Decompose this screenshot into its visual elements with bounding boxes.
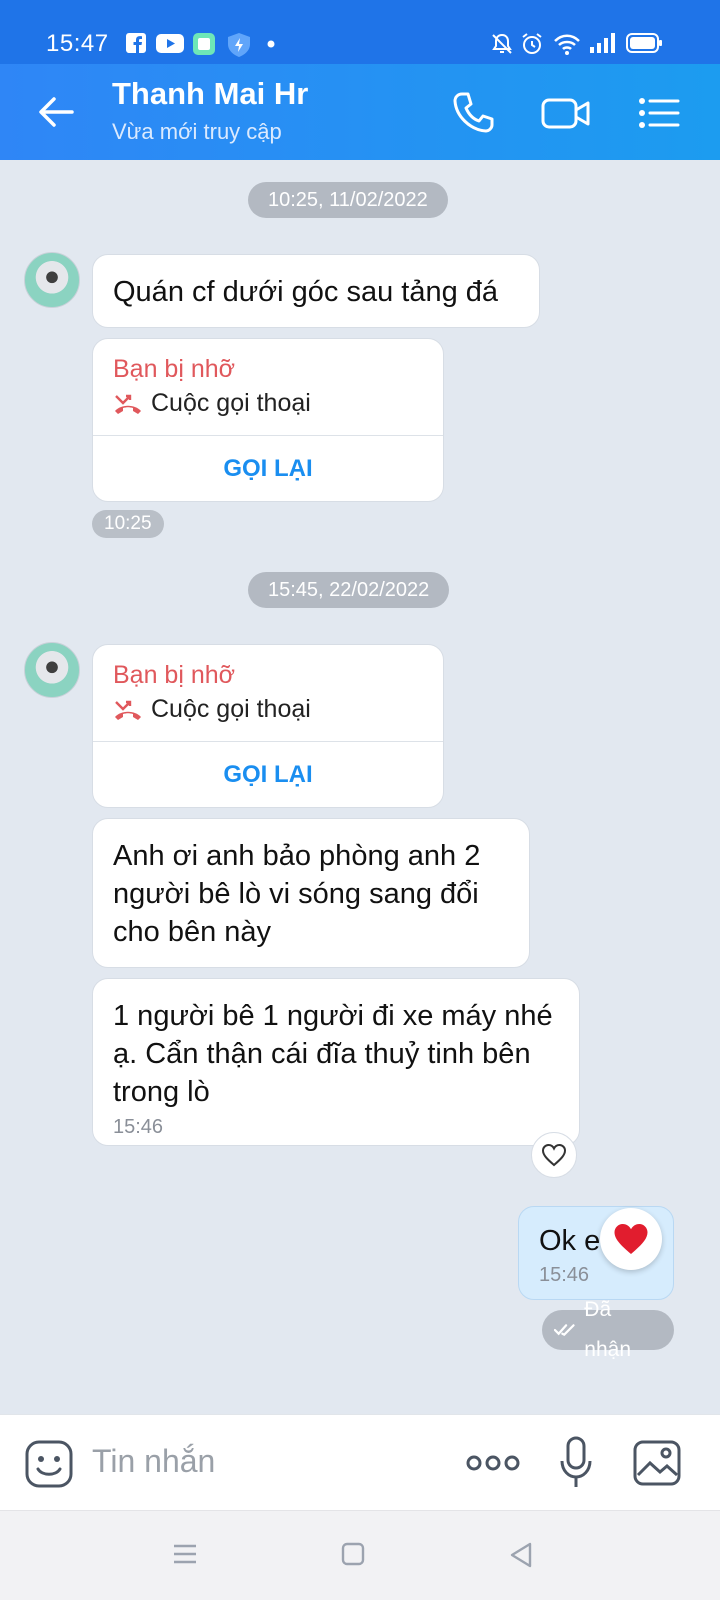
shield-icon — [228, 33, 250, 57]
heart-icon — [614, 1224, 648, 1254]
mute-icon — [492, 33, 512, 54]
status-bar: 15:47 — [0, 0, 720, 64]
message-text: 1 người bê 1 người đi xe máy nhé ạ. Cẩn … — [113, 1000, 553, 1108]
call-type: Cuộc gọi thoại — [113, 695, 311, 724]
wifi-icon — [554, 34, 580, 55]
delivery-status-label: Đã nhận — [584, 1298, 631, 1361]
system-nav-bar — [0, 1510, 720, 1600]
menu-icon[interactable] — [636, 88, 682, 138]
heart-outline-icon — [541, 1143, 567, 1167]
missed-call-icon — [115, 394, 141, 414]
signal-icon — [590, 33, 615, 53]
avatar[interactable] — [24, 642, 80, 698]
date-separator: 15:45, 22/02/2022 — [248, 572, 450, 608]
missed-call-card: Bạn bị nhỡ Cuộc gọi thoại GỌI LẠI — [92, 644, 444, 808]
more-icon[interactable] — [466, 1451, 520, 1475]
missed-call-label: Bạn bị nhỡ — [113, 355, 236, 383]
delivery-status: Đã nhận — [542, 1298, 674, 1361]
contact-name[interactable]: Thanh Mai Hr — [112, 76, 308, 112]
callback-button[interactable]: GỌI LẠI — [93, 742, 443, 807]
avatar[interactable] — [24, 252, 80, 308]
double-check-icon — [554, 1324, 575, 1336]
status-time: 15:47 — [46, 30, 109, 57]
emoji-icon[interactable] — [24, 1439, 74, 1489]
reaction-button[interactable] — [531, 1132, 577, 1178]
home-icon[interactable] — [340, 1541, 366, 1567]
app-icon — [193, 33, 215, 55]
mic-icon[interactable] — [558, 1435, 594, 1491]
facebook-icon — [126, 33, 146, 53]
chat-area[interactable]: 10:25, 11/02/2022 Quán cf dưới góc sau t… — [0, 160, 720, 1414]
video-icon[interactable] — [540, 88, 592, 138]
missed-call-icon — [115, 700, 141, 720]
chat-header: Thanh Mai Hr Vừa mới truy cập — [0, 64, 720, 160]
youtube-icon — [156, 34, 184, 53]
call-type-label: Cuộc gọi thoại — [151, 389, 311, 417]
alarm-icon — [522, 33, 542, 54]
message-text: Anh ơi anh bảo phòng anh 2 người bê lò v… — [113, 840, 481, 948]
missed-call-card: Bạn bị nhỡ Cuộc gọi thoại GỌI LẠI — [92, 338, 444, 502]
battery-icon — [626, 33, 662, 53]
dot-icon — [267, 40, 275, 48]
phone-icon[interactable] — [448, 88, 498, 138]
back-nav-icon[interactable] — [508, 1541, 534, 1569]
message-text: Quán cf dưới góc sau tảng đá — [113, 276, 499, 308]
recent-apps-icon[interactable] — [172, 1541, 198, 1567]
message-bubble[interactable]: 1 người bê 1 người đi xe máy nhé ạ. Cẩn … — [92, 978, 580, 1146]
message-time: 15:46 — [113, 1116, 164, 1138]
message-bubble[interactable]: Quán cf dưới góc sau tảng đá — [92, 254, 540, 328]
image-icon[interactable] — [632, 1439, 682, 1487]
message-bubble[interactable]: Anh ơi anh bảo phòng anh 2 người bê lò v… — [92, 818, 530, 968]
heart-reaction[interactable] — [600, 1208, 662, 1270]
call-type-label: Cuộc gọi thoại — [151, 695, 311, 723]
message-input-bar: Tin nhắn — [0, 1414, 720, 1510]
missed-call-label: Bạn bị nhỡ — [113, 661, 236, 689]
date-separator: 10:25, 11/02/2022 — [248, 182, 448, 218]
callback-button[interactable]: GỌI LẠI — [93, 436, 443, 501]
call-type: Cuộc gọi thoại — [113, 389, 311, 418]
contact-status: Vừa mới truy cập — [112, 119, 282, 144]
message-time: 10:25 — [92, 510, 164, 538]
back-arrow-icon[interactable] — [34, 90, 78, 134]
message-input[interactable]: Tin nhắn — [92, 1443, 215, 1480]
